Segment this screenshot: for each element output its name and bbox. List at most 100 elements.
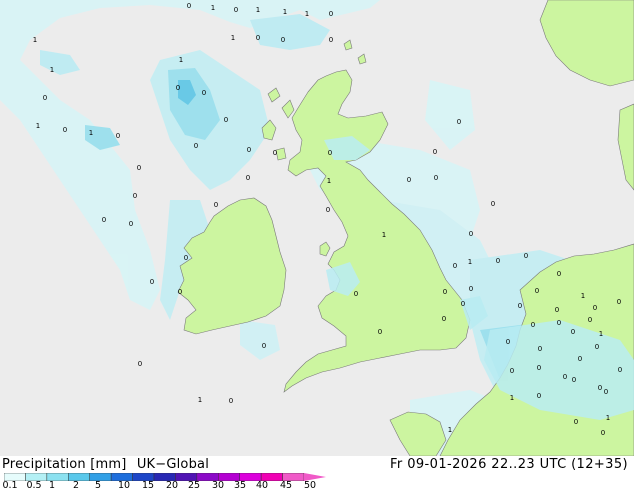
point-value-label: 0: [434, 174, 438, 182]
point-value-label: 0: [184, 254, 188, 262]
point-value-label: 0: [537, 364, 541, 372]
point-value-label: 1: [305, 10, 309, 18]
point-value-label: 0: [491, 200, 495, 208]
point-value-label: 0: [442, 315, 446, 323]
color-scale-tick-label: 20: [165, 480, 179, 491]
point-value-label: 1: [198, 396, 202, 404]
point-value-label: 1: [599, 330, 603, 338]
point-value-label: 0: [102, 216, 106, 224]
point-value-label: 1: [211, 4, 215, 12]
color-scale-tick-label: 30: [211, 480, 225, 491]
model-name: UK−Global: [136, 457, 210, 472]
point-value-label: 0: [601, 429, 605, 437]
point-value-label: 0: [378, 328, 382, 336]
point-value-label: 0: [535, 287, 539, 295]
point-value-label: 0: [461, 300, 465, 308]
point-value-label: 1: [33, 36, 37, 44]
color-scale-tick-label: 5: [94, 480, 102, 491]
color-scale-tick-label: 50: [303, 480, 317, 491]
point-value-label: 0: [187, 2, 191, 10]
point-value-label: 0: [176, 84, 180, 92]
point-value-label: 0: [262, 342, 266, 350]
point-value-label: 1: [448, 426, 452, 434]
point-value-label: 1: [179, 56, 183, 64]
point-value-label: 1: [283, 8, 287, 16]
point-value-label: 0: [256, 34, 260, 42]
point-value-label: 0: [194, 142, 198, 150]
point-value-label: 0: [234, 6, 238, 14]
point-value-label: 0: [116, 132, 120, 140]
point-value-label: 0: [572, 376, 576, 384]
map-canvas: 0 1 0 1 1 1 01 0 0 01101001 000010 0 00000 0010000 001…: [0, 0, 634, 456]
point-value-label: 0: [469, 285, 473, 293]
point-value-label: 0: [588, 316, 592, 324]
point-value-label: 0: [531, 321, 535, 329]
point-value-label: 0: [407, 176, 411, 184]
color-scale-tick-label: 35: [233, 480, 247, 491]
point-value-label: 0: [604, 388, 608, 396]
point-value-label: 0: [329, 10, 333, 18]
color-scale-tick-label: 45: [279, 480, 293, 491]
point-value-label: 0: [202, 89, 206, 97]
point-value-label: 0: [229, 397, 233, 405]
point-value-label: 0: [506, 338, 510, 346]
point-value-label: 0: [518, 302, 522, 310]
point-value-label: 0: [246, 174, 250, 182]
color-scale-tick-label: 2: [72, 480, 80, 491]
point-value-label: 0: [557, 270, 561, 278]
point-value-label: 0: [63, 126, 67, 134]
point-value-label: 0: [281, 36, 285, 44]
point-value-label: 0: [133, 192, 137, 200]
point-value-label: 0: [563, 373, 567, 381]
point-value-label: 0: [150, 278, 154, 286]
point-value-label: 0: [433, 148, 437, 156]
point-value-label: 0: [578, 355, 582, 363]
color-scale-tick-label: 40: [255, 480, 269, 491]
point-value-label: 0: [617, 298, 621, 306]
point-value-label: 1: [256, 6, 260, 14]
point-value-label: 1: [606, 414, 610, 422]
point-value-label: 0: [326, 206, 330, 214]
color-scale-tick-label: 10: [117, 480, 131, 491]
precipitation-map: 0101110100011010010000100000000010000001…: [0, 0, 634, 456]
point-value-label: 1: [382, 231, 386, 239]
point-value-label: 0: [469, 230, 473, 238]
point-value-label: 0: [595, 343, 599, 351]
legend-title: Precipitation [mm] UK−Global: [2, 457, 209, 472]
color-scale-ticks: 0.1 0.5 1 2 5 10 15 20 25 30 35 40 45 50: [0, 480, 634, 491]
valid-time: Fr 09-01-2026 22..23 UTC (12+35): [390, 457, 628, 472]
point-value-label: 0: [443, 288, 447, 296]
point-value-label: 0: [247, 146, 251, 154]
point-value-label: 0: [329, 36, 333, 44]
legend-footer: Precipitation [mm] UK−Global Fr 09-01-20…: [0, 456, 634, 491]
color-scale-tick-label: 15: [141, 480, 155, 491]
color-scale-tick-label: 1: [48, 480, 56, 491]
point-value-label: 1: [89, 129, 93, 137]
point-value-label: 0: [537, 392, 541, 400]
point-value-label: 0: [593, 304, 597, 312]
color-scale-tick-label: 25: [187, 480, 201, 491]
point-value-label: 1: [327, 177, 331, 185]
point-value-label: 0: [457, 118, 461, 126]
point-value-label: 0: [137, 164, 141, 172]
point-value-label: 1: [510, 394, 514, 402]
point-value-label: 0: [43, 94, 47, 102]
color-scale-tick-label: 0.1: [2, 480, 18, 491]
point-value-label: 1: [50, 66, 54, 74]
point-value-label: 0: [574, 418, 578, 426]
point-value-label: 0: [354, 290, 358, 298]
legend-title-text: Precipitation [mm]: [2, 457, 127, 472]
point-value-label: 0: [224, 116, 228, 124]
point-value-label: 1: [36, 122, 40, 130]
color-scale-tick-label: 0.5: [26, 480, 42, 491]
point-value-label: 0: [510, 367, 514, 375]
point-value-label: 0: [598, 384, 602, 392]
point-value-label: 0: [453, 262, 457, 270]
point-value-label: 0: [538, 345, 542, 353]
point-value-label: 0: [555, 306, 559, 314]
point-value-label: 0: [138, 360, 142, 368]
point-value-label: 0: [178, 288, 182, 296]
point-value-label: 1: [581, 292, 585, 300]
point-value-label: 1: [231, 34, 235, 42]
point-value-label: 0: [524, 252, 528, 260]
